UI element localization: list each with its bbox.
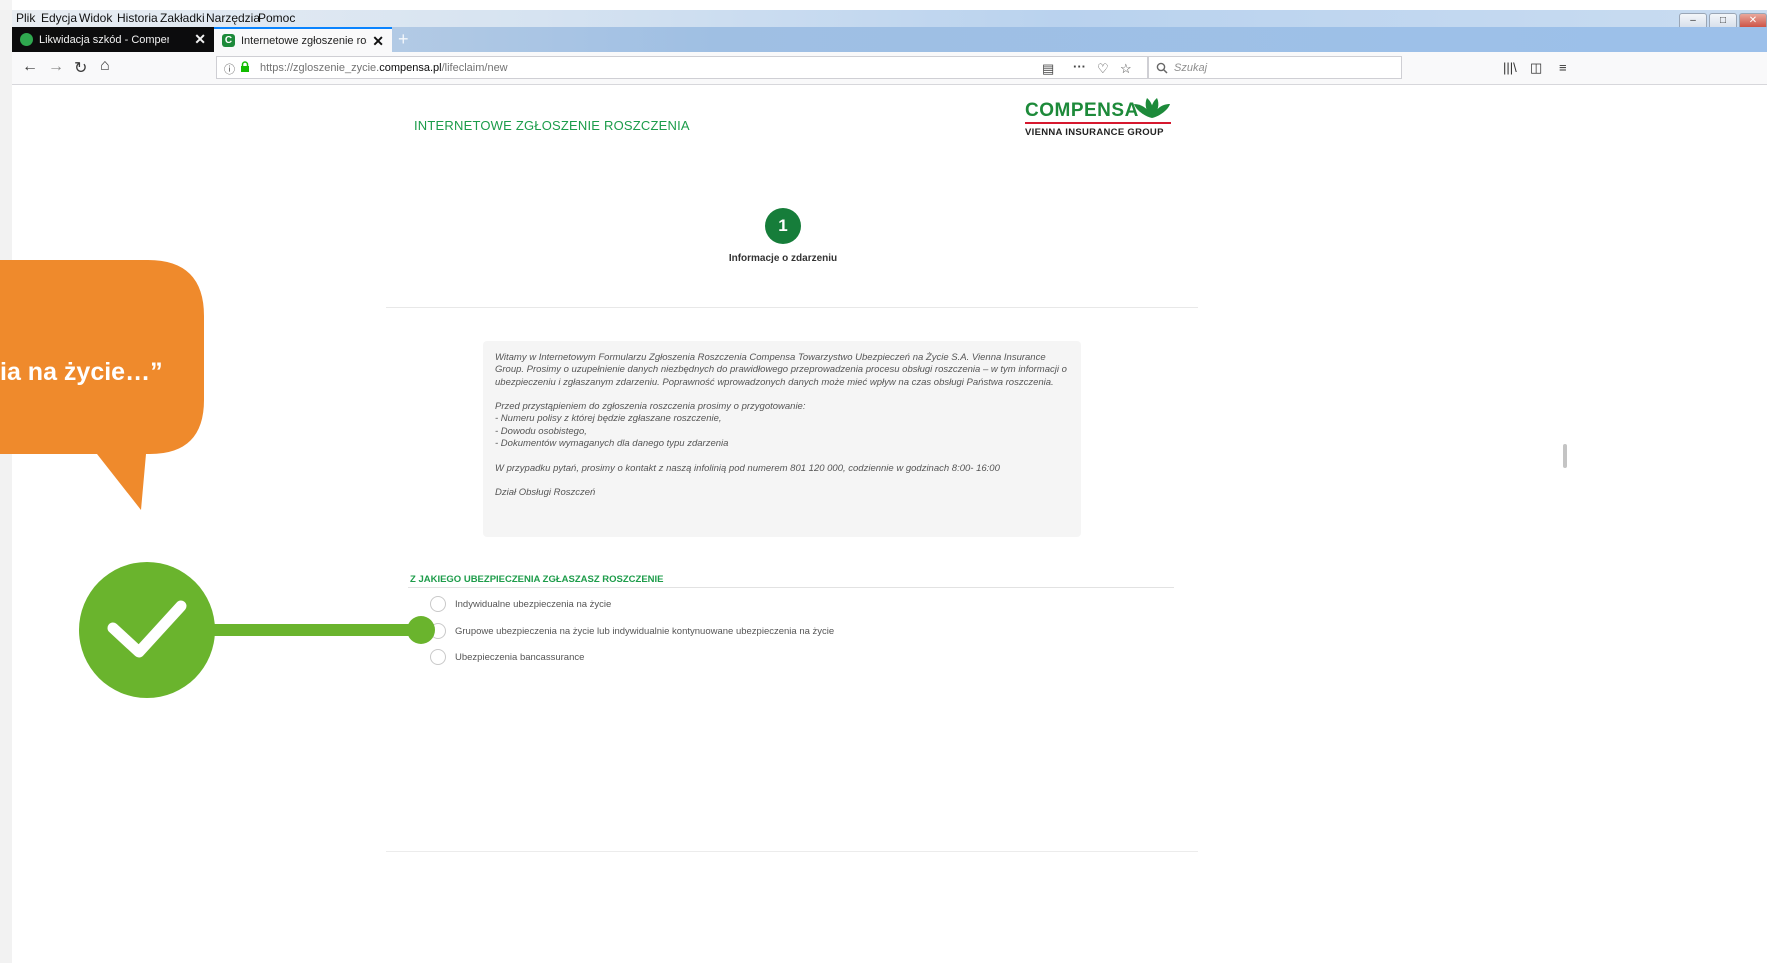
tab-strip: Likwidacja szkód - Compensa ✕ C Internet… bbox=[12, 27, 1767, 52]
menu-narzedzia[interactable]: Narzędzia bbox=[206, 11, 260, 25]
step-indicator: 1 bbox=[765, 208, 801, 244]
menu-zakladki[interactable]: Zakładki bbox=[160, 11, 205, 25]
checkmark-icon bbox=[107, 600, 187, 658]
menu-widok[interactable]: Widok bbox=[79, 11, 112, 25]
speech-bubble-text: ia na życie…” bbox=[0, 358, 163, 386]
page-title: INTERNETOWE ZGŁOSZENIE ROSZCZENIA bbox=[414, 118, 690, 133]
url-prefix: https://zgloszenie_zycie. bbox=[260, 62, 380, 74]
radio-button[interactable] bbox=[430, 596, 446, 612]
intro-contact-text: W przypadku pytań, prosimy o kontakt z n… bbox=[495, 462, 1000, 474]
connector-dot bbox=[407, 616, 435, 644]
step-label: Informacje o zdarzeniu bbox=[728, 253, 838, 264]
tab-close-icon[interactable]: ✕ bbox=[372, 33, 384, 50]
more-actions-icon[interactable]: ··· bbox=[1073, 59, 1086, 74]
bookmark-star-icon[interactable]: ☆ bbox=[1120, 61, 1132, 77]
search-input[interactable]: Szukaj bbox=[1174, 62, 1207, 74]
reload-icon[interactable]: ↻ bbox=[74, 58, 87, 78]
radio-button[interactable] bbox=[430, 649, 446, 665]
menu-plik[interactable]: Plik bbox=[16, 11, 35, 25]
url-host: compensa.pl bbox=[379, 62, 442, 74]
menu-pomoc[interactable]: Pomoc bbox=[258, 11, 295, 25]
footer-divider bbox=[386, 851, 1198, 852]
forward-arrow-icon[interactable]: → bbox=[48, 58, 64, 76]
intro-preparation-text: Przed przystąpieniem do zgłoszenia roszc… bbox=[495, 401, 806, 450]
section-divider bbox=[408, 587, 1174, 588]
tab-internetowe-zgloszenie[interactable]: C Internetowe zgłoszenie roszczenia ✕ bbox=[214, 27, 392, 52]
new-tab-button[interactable]: + bbox=[398, 29, 409, 50]
compensa-logo: COMPENSA VIENNA INSURANCE GROUP bbox=[1024, 98, 1174, 140]
menu-bar: Plik Edycja Widok Historia Zakładki Narz… bbox=[12, 10, 1767, 27]
tab-likwidacja[interactable]: Likwidacja szkód - Compensa ✕ bbox=[12, 27, 214, 52]
compensa-favicon-icon bbox=[20, 33, 33, 46]
search-icon bbox=[1156, 62, 1168, 74]
intro-panel: Witamy w Internetowym Formularzu Zgłosze… bbox=[483, 341, 1081, 537]
intro-welcome-text: Witamy w Internetowym Formularzu Zgłosze… bbox=[495, 352, 1067, 388]
option-label[interactable]: Indywidualne ubezpieczenia na życie bbox=[455, 599, 611, 610]
option-individual[interactable]: Indywidualne ubezpieczenia na życie bbox=[430, 595, 611, 613]
pocket-icon[interactable]: ♡ bbox=[1097, 61, 1109, 77]
divider bbox=[386, 307, 1198, 308]
url-path: /lifeclaim/new bbox=[441, 62, 508, 74]
option-group[interactable]: Grupowe ubezpieczenia na życie lub indyw… bbox=[430, 622, 834, 640]
info-icon[interactable]: ⓘ bbox=[224, 61, 235, 77]
logo-tagline: VIENNA INSURANCE GROUP bbox=[1025, 127, 1164, 138]
library-icon[interactable]: |||\ bbox=[1503, 60, 1517, 75]
connector-line bbox=[210, 624, 422, 636]
insurance-type-heading: Z JAKIEGO UBEZPIECZENIA ZGŁASZASZ ROSZCZ… bbox=[410, 574, 664, 585]
intro-signature: Dział Obsługi Roszczeń bbox=[495, 487, 596, 499]
option-bancassurance[interactable]: Ubezpieczenia bancassurance bbox=[430, 648, 584, 666]
menu-historia[interactable]: Historia bbox=[117, 11, 158, 25]
logo-wordmark: COMPENSA bbox=[1025, 100, 1139, 121]
option-label[interactable]: Ubezpieczenia bancassurance bbox=[455, 652, 584, 663]
home-icon[interactable]: ⌂ bbox=[100, 57, 110, 75]
navigation-toolbar: ← → ↻ ⌂ ⓘ https://zgloszenie_zycie.compe… bbox=[12, 52, 1767, 85]
window-controls: – □ ✕ bbox=[1677, 10, 1767, 30]
url-text[interactable]: https://zgloszenie_zycie.compensa.pl/lif… bbox=[260, 62, 508, 74]
search-bar[interactable]: Szukaj bbox=[1148, 56, 1402, 79]
tab-label: Likwidacja szkód - Compensa bbox=[39, 33, 169, 46]
scroll-edge-marker bbox=[1563, 444, 1567, 468]
compensa-c-favicon-icon: C bbox=[222, 34, 235, 47]
menu-hamburger-icon[interactable]: ≡ bbox=[1559, 60, 1567, 75]
lock-icon bbox=[241, 61, 249, 72]
back-arrow-icon[interactable]: ← bbox=[22, 58, 38, 76]
option-label[interactable]: Grupowe ubezpieczenia na życie lub indyw… bbox=[455, 626, 834, 637]
tab-close-icon[interactable]: ✕ bbox=[194, 31, 206, 48]
tab-label: Internetowe zgłoszenie roszczenia bbox=[241, 34, 367, 47]
logo-red-line bbox=[1025, 122, 1171, 124]
logo-leaves-icon bbox=[1134, 98, 1170, 118]
sidebar-icon[interactable]: ◫ bbox=[1530, 60, 1542, 76]
reader-view-icon[interactable]: ▤ bbox=[1042, 61, 1054, 77]
url-bar[interactable]: ⓘ https://zgloszenie_zycie.compensa.pl/l… bbox=[216, 56, 1148, 79]
menu-edycja[interactable]: Edycja bbox=[41, 11, 77, 25]
